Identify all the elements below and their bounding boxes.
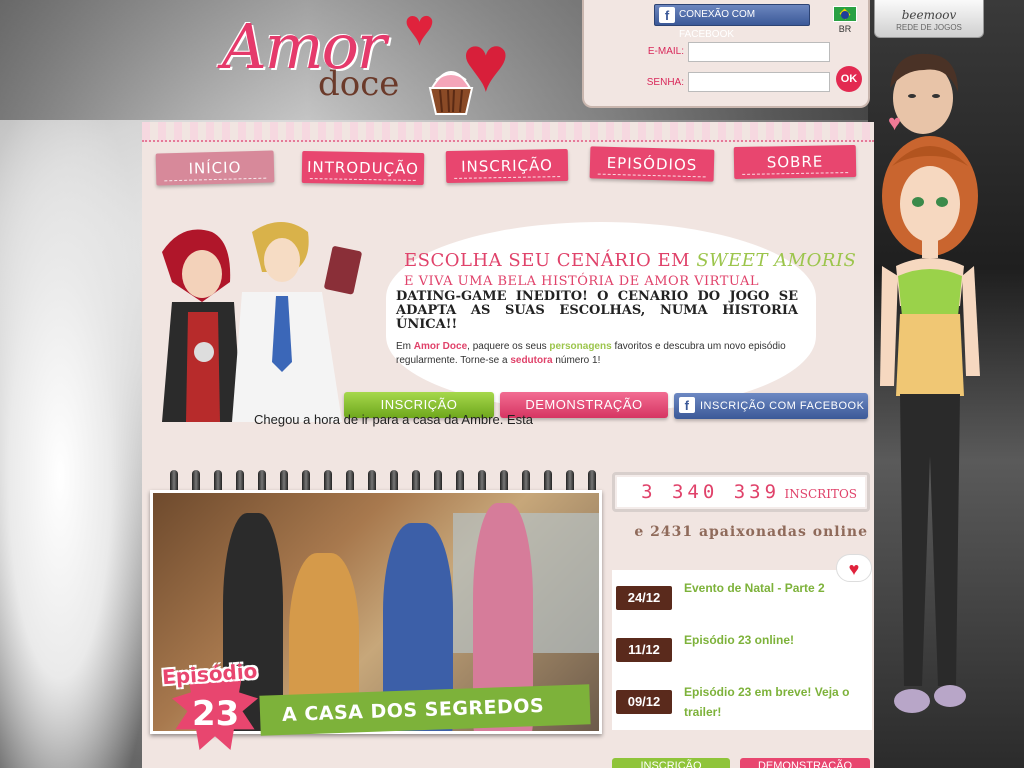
facebook-connect-label: CONEXÃO COM FACEBOOK: [679, 9, 756, 40]
facebook-icon: f: [659, 7, 675, 23]
text-fragment: , paquere os seus: [467, 341, 550, 352]
hero-title: ESCOLHA SEU CENÁRIO EM SWEET AMORIS: [404, 250, 856, 271]
facebook-icon: f: [679, 397, 695, 413]
facebook-signup-button[interactable]: f INSCRIÇÃO COM FACEBOOK: [674, 393, 868, 419]
network-link[interactable]: beemoov REDE DE JOGOS: [874, 0, 984, 38]
episode-description: Chegou a hora de ir para a casa da Ambre…: [254, 412, 533, 427]
login-ok-button[interactable]: OK: [836, 66, 862, 92]
nav-item-sobre[interactable]: Sobre: [733, 144, 857, 180]
hero-section: ESCOLHA SEU CENÁRIO EM SWEET AMORIS E VI…: [142, 202, 874, 422]
nav-item-inicio[interactable]: Início: [155, 150, 275, 186]
news-item[interactable]: 11/12 Episódio 23 online!: [616, 626, 868, 666]
subscriber-count: 3 340 339: [641, 481, 781, 503]
brazil-flag-icon: [833, 6, 857, 22]
hero-description: Em Amor Doce, paquere os seus personagen…: [396, 340, 798, 368]
bottom-signup-button[interactable]: INSCRIÇÃO: [612, 758, 730, 768]
decorative-stripe: [142, 122, 874, 142]
nav-item-inscricao[interactable]: Inscrição: [445, 148, 569, 184]
email-field[interactable]: [688, 42, 830, 62]
background-splash: [0, 120, 150, 768]
heart-icon: ♥: [404, 0, 435, 57]
seductress-link[interactable]: sedutora: [510, 355, 552, 366]
language-label: BR: [838, 24, 852, 34]
text-fragment: número 1!: [552, 355, 601, 366]
hero-tagline: DATING-GAME INEDITO! O CENARIO DO JOGO S…: [396, 289, 798, 332]
episode-number: 23: [192, 694, 240, 734]
news-item[interactable]: 09/12 Episódio 23 em breve! Veja o trail…: [616, 678, 868, 719]
email-label: E-MAIL:: [647, 46, 684, 57]
subscriber-counter: 3 340 339 inscritos: [612, 472, 870, 512]
news-date: 24/12: [616, 586, 672, 610]
cupcake-icon: [428, 71, 474, 115]
hero-characters-illustration: [162, 222, 362, 422]
episode-badge-label: Episódio: [161, 658, 259, 690]
password-label: SENHA:: [646, 77, 684, 88]
nav-item-episodios[interactable]: Episódios: [589, 146, 715, 182]
main-panel: Início Introdução Inscrição Episódios So…: [142, 122, 874, 768]
episode-badge: Episódio 23: [154, 654, 274, 754]
heart-icon: ♥: [836, 554, 872, 582]
main-nav: Início Introdução Inscrição Episódios So…: [155, 144, 866, 190]
news-title[interactable]: Episódio 23 em breve! Veja o trailer!: [684, 682, 864, 722]
nav-item-introducao[interactable]: Introdução: [301, 150, 425, 186]
news-title[interactable]: Evento de Natal - Parte 2: [684, 578, 864, 598]
news-list: 24/12 Evento de Natal - Parte 2 11/12 Ep…: [612, 570, 872, 730]
characters-link[interactable]: personagens: [549, 341, 611, 352]
nav-item-label: Sobre: [766, 152, 824, 172]
login-panel: f CONEXÃO COM FACEBOOK E-MAIL: SENHA: OK: [582, 0, 870, 108]
password-field[interactable]: [688, 72, 830, 92]
text-fragment: Em: [396, 341, 414, 352]
news-item[interactable]: 24/12 Evento de Natal - Parte 2: [616, 574, 868, 614]
hero-title-prefix: ESCOLHA SEU CENÁRIO EM: [404, 250, 697, 271]
episode-card[interactable]: Episódio 23 A CASA DOS SEGREDOS: [150, 468, 606, 768]
bottom-demo-button[interactable]: DEMONSTRAÇÃO: [740, 758, 870, 768]
nav-item-label: Introdução: [306, 158, 420, 178]
network-subtitle: REDE DE JOGOS: [896, 23, 962, 32]
online-count: e 2431 apaixonadas online: [634, 524, 868, 540]
brand-link[interactable]: Amor Doce: [414, 341, 467, 352]
site-logo[interactable]: Amor doce ♥ ♥: [200, 0, 530, 124]
logo-doce-text: doce: [318, 64, 400, 104]
hero-subtitle: E VIVA UMA BELA HISTÓRIA DE AMOR VIRTUAL: [404, 274, 759, 289]
news-date: 11/12: [616, 638, 672, 662]
news-date: 09/12: [616, 690, 672, 714]
nav-item-label: Início: [188, 158, 242, 178]
nav-item-label: Inscrição: [460, 156, 554, 176]
subscriber-label: inscritos: [784, 487, 857, 501]
news-title[interactable]: Episódio 23 online!: [684, 630, 864, 650]
character-girl-illustration: [880, 136, 980, 713]
beemoov-logo: beemoov: [901, 8, 957, 22]
facebook-signup-label: INSCRIÇÃO COM FACEBOOK: [700, 400, 865, 412]
hero-title-highlight: SWEET AMORIS: [696, 250, 857, 271]
language-selector[interactable]: BR: [832, 6, 858, 38]
facebook-connect-button[interactable]: f CONEXÃO COM FACEBOOK: [654, 4, 810, 40]
nav-item-label: Episódios: [606, 153, 698, 175]
